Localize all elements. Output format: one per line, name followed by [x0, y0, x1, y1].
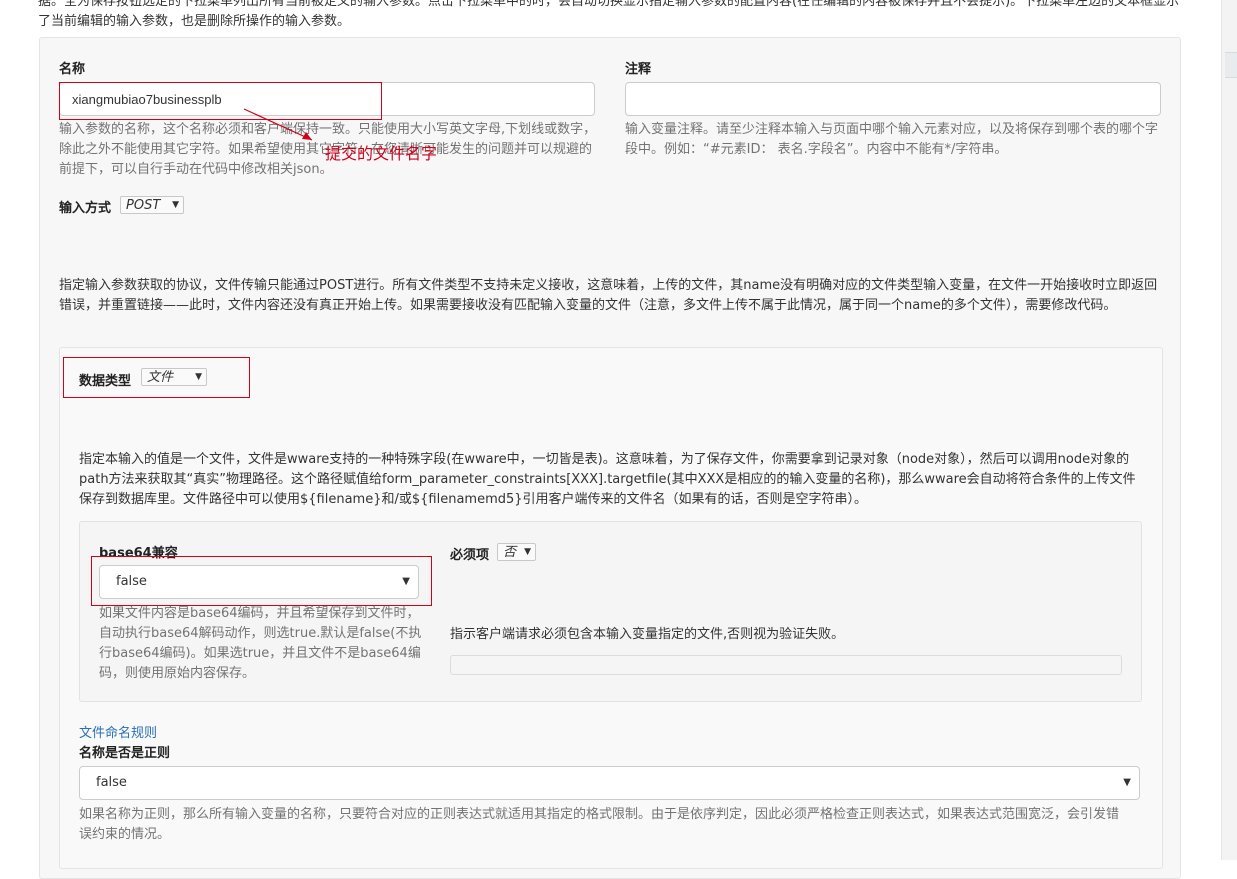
regex-value: false [96, 775, 127, 790]
name-annotation-box [59, 82, 382, 120]
comment-input[interactable] [625, 82, 1161, 116]
intro-text: 据。全为保存按钮选定的下拉菜单列出所有当前被定义的输入参数。点击下拉菜单中的时，… [38, 0, 1180, 29]
comment-help: 输入变量注释。请至少注释本输入与页面中哪个输入元素对应，以及将保存到哪个表的哪个… [625, 122, 1159, 157]
name-label: 名称 [59, 62, 86, 77]
input-method-label: 输入方式 [59, 201, 112, 216]
chevron-down-icon: ▼ [1123, 777, 1131, 788]
required-label: 必须项 [450, 548, 490, 563]
required-help: 指示客户端请求必须包含本输入变量指定的文件,否则视为验证失败。 [450, 627, 845, 642]
input-method-select[interactable]: POST ▼ [120, 196, 184, 214]
base64-help: 如果文件内容是base64编码，并且希望保存到文件时，自动执行base64解码动… [99, 606, 422, 681]
data-type-label: 数据类型 [79, 374, 132, 389]
input-method-value: POST [126, 198, 161, 213]
scrollbar-marker [1225, 52, 1237, 78]
scrollbar[interactable] [1221, 0, 1237, 860]
name-annotation: 提交的文件名字 [325, 144, 438, 163]
file-naming-rule-link[interactable]: 文件命名规则 [79, 722, 157, 741]
chevron-down-icon: ▼ [195, 372, 202, 382]
data-type-description: 指定本输入的值是一个文件，文件是wware支持的一种特殊字段(在wware中，一… [79, 452, 1136, 507]
regex-help: 如果名称为正则，那么所有输入变量的名称，只要符合对应的正则表达式就适用其指定的格… [79, 807, 1120, 842]
regex-select[interactable]: false ▼ [79, 766, 1140, 800]
chevron-down-icon: ▼ [524, 547, 531, 557]
base64-annotation-box [91, 556, 432, 606]
chevron-down-icon: ▼ [172, 200, 179, 210]
data-type-value: 文件 [147, 370, 174, 385]
regex-label: 名称是否是正则 [79, 746, 171, 761]
input-method-description: 指定输入参数获取的协议，文件传输只能通过POST进行。所有文件类型不支持未定义接… [59, 278, 1158, 313]
required-progress-bar [450, 655, 1122, 675]
required-value: 否 [503, 545, 517, 560]
data-type-select[interactable]: 文件 ▼ [141, 368, 207, 386]
comment-label: 注释 [625, 62, 652, 77]
required-select[interactable]: 否 ▼ [497, 543, 536, 561]
annotation-arrow-icon [243, 108, 313, 141]
